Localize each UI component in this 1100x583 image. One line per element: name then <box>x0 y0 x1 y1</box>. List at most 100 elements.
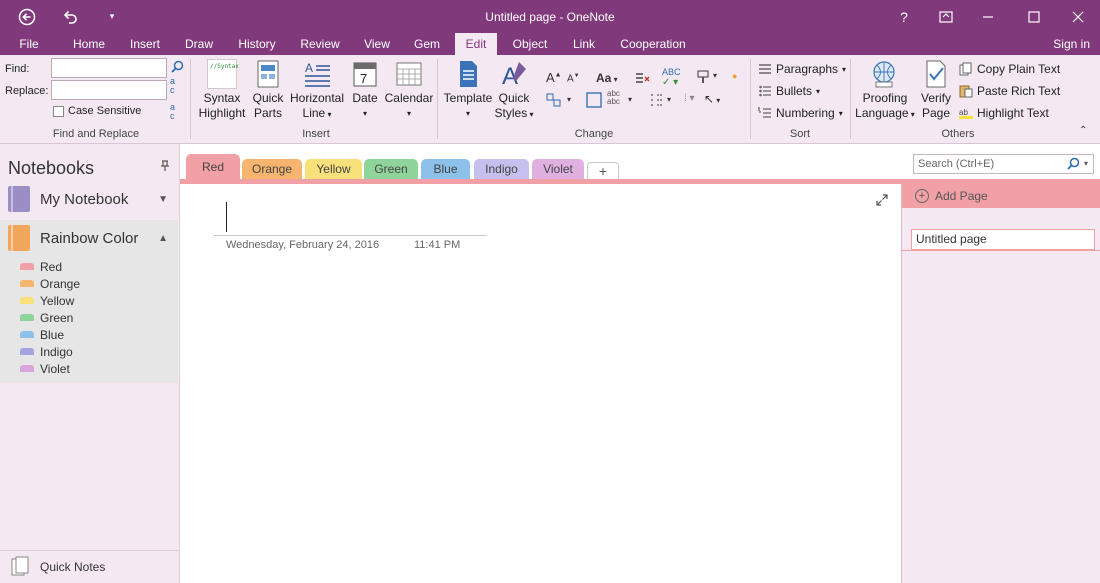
shrink-font-icon[interactable]: A▼ <box>567 73 580 84</box>
change-case-button[interactable]: Aa ▾ <box>596 71 618 85</box>
section-item-green[interactable]: Green <box>20 309 73 326</box>
replace-all-icon[interactable]: ac <box>170 103 175 121</box>
section-item-orange[interactable]: Orange <box>20 275 80 292</box>
tab-section-yellow[interactable]: Yellow <box>305 159 362 180</box>
tab-view[interactable]: View <box>358 33 396 55</box>
proofing-language-button[interactable]: Proofing Language ▾ <box>854 59 916 122</box>
clear-formatting-icon[interactable] <box>634 71 650 88</box>
section-item-indigo[interactable]: Indigo <box>20 343 73 360</box>
quick-notes-icon <box>11 556 29 576</box>
help-button[interactable]: ? <box>882 0 926 33</box>
page-title-cursor <box>226 202 227 232</box>
tab-gem[interactable]: Gem <box>410 33 444 55</box>
bullets-icon <box>759 85 771 97</box>
chevron-down-icon[interactable]: ▼ <box>158 194 168 205</box>
paragraphs-button[interactable]: Paragraphs ▾ <box>758 62 846 76</box>
align-grid-icon[interactable] <box>650 93 664 110</box>
replace-input[interactable] <box>51 80 167 100</box>
grow-font-icon[interactable]: A▲ <box>546 70 562 85</box>
page-date: Wednesday, February 24, 2016 <box>226 239 380 251</box>
tab-draw[interactable]: Draw <box>180 33 218 55</box>
minimize-icon[interactable] <box>966 0 1010 33</box>
maximize-icon[interactable] <box>1012 0 1056 33</box>
numbering-button[interactable]: Numbering ▾ <box>758 106 843 120</box>
section-item-violet[interactable]: Violet <box>20 360 70 377</box>
tab-insert[interactable]: Insert <box>124 33 166 55</box>
collapse-ribbon-icon[interactable]: ⌃ <box>1079 125 1087 136</box>
page-item-untitled[interactable]: Untitled page <box>911 229 1095 250</box>
add-page-button[interactable]: + Add Page <box>902 184 1100 208</box>
quick-parts-icon <box>253 59 283 89</box>
quick-parts-button[interactable]: Quick Parts <box>250 59 286 121</box>
bullets-button[interactable]: Bullets ▾ <box>758 84 820 98</box>
date-button[interactable]: 7 Date ▾ <box>348 59 382 121</box>
page-list-divider <box>902 250 1100 251</box>
select-cursor-icon[interactable]: ↖ ▾ <box>704 92 720 106</box>
page-list-pane: + Add Page Untitled page <box>901 184 1100 583</box>
group-insert-label: Insert <box>302 128 330 140</box>
section-item-blue[interactable]: Blue <box>20 326 64 343</box>
tab-object[interactable]: Object <box>506 33 554 55</box>
dropdown-arrow-icon[interactable]: ▾ <box>713 71 717 80</box>
section-tab-icon <box>20 314 34 321</box>
quick-notes-button[interactable]: Quick Notes <box>0 550 180 583</box>
horizontal-line-button[interactable]: A Horizontal Line ▾ <box>288 59 346 122</box>
find-search-icon[interactable] <box>171 60 184 76</box>
section-item-red[interactable]: Red <box>20 258 62 275</box>
tab-section-blue[interactable]: Blue <box>421 159 470 180</box>
tab-section-red[interactable]: Red <box>186 154 240 180</box>
notebook-my-notebook[interactable]: My Notebook ▼ <box>0 181 178 217</box>
tab-cooperation[interactable]: Cooperation <box>614 33 692 55</box>
dropdown-arrow-icon: ▾ <box>838 108 843 118</box>
spelling-icon[interactable]: ABC ✓ ▾ <box>662 67 681 88</box>
tab-edit[interactable]: Edit <box>455 33 497 55</box>
tab-section-violet[interactable]: Violet <box>532 159 584 180</box>
dropdown-arrow-icon: ▾ <box>816 86 821 96</box>
find-input[interactable] <box>51 58 167 78</box>
copy-plain-text-button[interactable]: Copy Plain Text <box>959 62 1060 76</box>
section-item-yellow[interactable]: Yellow <box>20 292 74 309</box>
template-button[interactable]: Template ▾ <box>442 59 494 121</box>
tab-section-green[interactable]: Green <box>364 159 418 180</box>
tab-file[interactable]: File <box>10 33 48 55</box>
pin-icon[interactable] <box>160 160 170 175</box>
sign-in-link[interactable]: Sign in <box>1053 33 1090 55</box>
group-others-label: Others <box>941 128 975 140</box>
calendar-button[interactable]: Calendar ▾ <box>384 59 434 121</box>
full-page-view-icon[interactable] <box>924 0 968 33</box>
dropdown-arrow-icon[interactable]: ▾ <box>628 95 632 104</box>
highlight-dot-icon[interactable]: ● <box>732 71 737 81</box>
paste-rich-text-button[interactable]: Paste Rich Text <box>959 84 1060 98</box>
dropdown-arrow-icon: ▾ <box>465 109 470 118</box>
case-sensitive-checkbox[interactable] <box>53 106 64 117</box>
dotted-align-icon[interactable]: ⁞ ▾ <box>684 93 695 104</box>
close-icon[interactable] <box>1056 0 1100 33</box>
chevron-up-icon[interactable]: ▲ <box>158 233 168 244</box>
tab-section-orange[interactable]: Orange <box>242 159 302 180</box>
tab-link[interactable]: Link <box>566 33 602 55</box>
tab-section-indigo[interactable]: Indigo <box>474 159 529 180</box>
dropdown-arrow-icon[interactable]: ▾ <box>567 95 571 104</box>
format-painter-icon[interactable] <box>696 69 712 88</box>
border-box-icon[interactable] <box>586 92 602 111</box>
notebook-rainbow-color[interactable]: Rainbow Color ▲ <box>0 220 178 256</box>
quick-styles-button[interactable]: A Quick Styles ▾ <box>494 59 534 122</box>
page-canvas[interactable]: Wednesday, February 24, 2016 11:41 PM <box>180 184 901 583</box>
expand-icon[interactable] <box>876 194 888 209</box>
syntax-highlight-button[interactable]: //Syntax Syntax Highlight <box>196 59 248 121</box>
strikethrough-icon[interactable]: abc abc <box>607 90 620 106</box>
dropdown-arrow-icon: ▾ <box>406 109 411 118</box>
highlight-text-button[interactable]: ab Highlight Text <box>959 106 1049 120</box>
indent-box-icon[interactable] <box>546 93 562 110</box>
search-scope-dropdown-icon[interactable]: ▾ <box>1084 159 1097 168</box>
tab-home[interactable]: Home <box>66 33 112 55</box>
ribbon-tabs: File Home Insert Draw History Review Vie… <box>0 33 1100 55</box>
replace-icon[interactable]: ac <box>170 77 175 95</box>
verify-page-button[interactable]: Verify Page <box>918 59 954 121</box>
add-section-button[interactable]: + <box>587 162 619 180</box>
notebook-icon <box>8 186 30 212</box>
tab-history[interactable]: History <box>234 33 280 55</box>
dropdown-arrow-icon: ▾ <box>842 64 847 74</box>
tab-review[interactable]: Review <box>298 33 342 55</box>
dropdown-arrow-icon[interactable]: ▾ <box>667 95 671 104</box>
